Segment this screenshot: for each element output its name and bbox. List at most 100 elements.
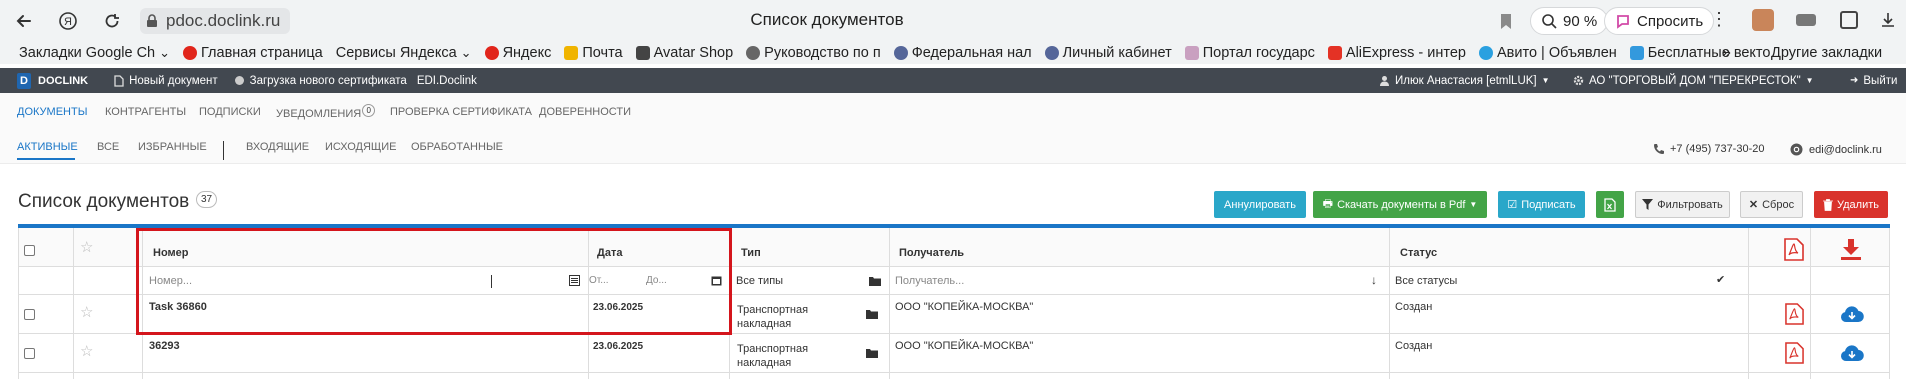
- certificate-icon: [234, 76, 244, 85]
- annul-label: Аннулировать: [1224, 198, 1296, 211]
- cloud-download-icon[interactable]: [1840, 305, 1864, 323]
- cell-date: 23.06.2025: [593, 341, 644, 352]
- download-pdf-button[interactable]: 🖶 Скачать документы в Pdf ▼: [1313, 191, 1487, 218]
- column-header-number[interactable]: Номер: [153, 247, 189, 259]
- cell-number[interactable]: 36293: [149, 340, 180, 352]
- support-email[interactable]: edi@doclink.ru: [1790, 143, 1882, 156]
- bookmark-item[interactable]: Личный кабинет: [1044, 45, 1172, 61]
- tab-counterparties[interactable]: КОНТРАГЕНТЫ: [105, 106, 186, 118]
- bookmarks-more-icon[interactable]: »: [1722, 44, 1731, 62]
- new-document-link[interactable]: Новый документ: [114, 75, 218, 87]
- bookmark-item[interactable]: Бесплатные векто: [1629, 45, 1771, 61]
- tabs-icon[interactable]: [1796, 14, 1816, 26]
- bookmark-item[interactable]: Почта: [564, 45, 623, 61]
- gos-icon: [1184, 46, 1199, 60]
- status-filter-select[interactable]: Все статусы: [1395, 275, 1457, 287]
- type-filter-select[interactable]: Все типы: [736, 275, 783, 287]
- gear-icon: [746, 46, 761, 60]
- column-header-status[interactable]: Статус: [1400, 247, 1437, 259]
- extension-icon[interactable]: [1752, 9, 1774, 31]
- bookmark-item[interactable]: AliExpress - интер: [1327, 45, 1466, 61]
- download-all-icon[interactable]: [1840, 238, 1862, 260]
- company-name: АО "ТОРГОВЫЙ ДОМ "ПЕРЕКРЕСТОК": [1589, 74, 1801, 87]
- favorite-star-icon[interactable]: ☆: [80, 240, 93, 255]
- delete-button[interactable]: Удалить: [1814, 191, 1888, 218]
- upload-certificate-link[interactable]: Загрузка нового сертификата: [234, 75, 407, 87]
- emblem-icon: [1044, 46, 1059, 60]
- tab-powers-of-attorney[interactable]: ДОВЕРЕННОСТИ: [539, 106, 631, 118]
- tab-subscriptions[interactable]: ПОДПИСКИ: [199, 106, 261, 118]
- pdf-file-icon[interactable]: [1785, 342, 1804, 364]
- emblem-icon: [893, 46, 908, 60]
- table-row[interactable]: ☆ 36293 23.06.2025 Транспортная накладная ООО…: [18, 334, 1890, 373]
- row-checkbox[interactable]: [24, 309, 35, 320]
- reset-button[interactable]: ✕ Сброс: [1740, 191, 1803, 218]
- tab-documents[interactable]: ДОКУМЕНТЫ: [17, 106, 87, 118]
- collections-icon[interactable]: [1840, 11, 1858, 29]
- bookmark-item[interactable]: Avatar Shop: [635, 45, 733, 61]
- tab-notifications[interactable]: УВЕДОМЛЕНИЯ 0: [276, 104, 376, 120]
- sign-button[interactable]: ☑ Подписать: [1498, 191, 1585, 218]
- ask-button[interactable]: Спросить: [1604, 7, 1715, 35]
- bookmark-item[interactable]: Портал государс: [1184, 45, 1315, 61]
- bookmark-item[interactable]: Сервисы Яндекса ⌄: [336, 45, 472, 61]
- avito-icon: [1479, 46, 1493, 60]
- filter-button[interactable]: Фильтровать: [1635, 191, 1730, 218]
- subtab-all[interactable]: ВСЕ: [97, 141, 119, 153]
- pdf-file-icon[interactable]: [1785, 303, 1804, 325]
- folder-icon[interactable]: [866, 309, 878, 319]
- pdf-file-icon[interactable]: [1784, 238, 1804, 261]
- calendar-icon[interactable]: [711, 275, 722, 286]
- date-to-input[interactable]: До...: [646, 275, 667, 286]
- number-filter-input[interactable]: Номер...: [149, 275, 192, 287]
- other-bookmarks[interactable]: Другие закладки: [1771, 45, 1882, 61]
- subtab-active[interactable]: АКТИВНЫЕ: [17, 141, 78, 153]
- folder-icon[interactable]: [869, 276, 881, 286]
- select-all-checkbox[interactable]: [24, 245, 35, 256]
- subtab-processed[interactable]: ОБРАБОТАННЫЕ: [411, 141, 503, 153]
- tab-certificate-check[interactable]: ПРОВЕРКА СЕРТИФИКАТА: [390, 106, 532, 118]
- menu-dots-icon[interactable]: ⋮: [1710, 10, 1728, 28]
- alice-icon: [1617, 15, 1629, 29]
- logout-link[interactable]: ➜ Выйти: [1850, 68, 1897, 93]
- favorite-star-icon[interactable]: ☆: [80, 305, 93, 320]
- bookmark-item[interactable]: Авито | Объявлен: [1479, 45, 1617, 61]
- reset-label: Сброс: [1762, 198, 1795, 211]
- bookmarks-bar: Закладки Google Ch ⌄ Главная страница Серви…: [0, 42, 1906, 64]
- checkmark-icon[interactable]: ✔: [1716, 273, 1725, 286]
- folder-icon[interactable]: [866, 348, 878, 358]
- bookmark-label: Бесплатные векто: [1647, 45, 1771, 61]
- bookmark-item[interactable]: Федеральная нал: [893, 45, 1032, 61]
- bookmark-item[interactable]: Главная страница: [183, 45, 323, 61]
- column-header-recipient[interactable]: Получатель: [899, 247, 964, 259]
- zoom-pill[interactable]: 90 %: [1530, 7, 1609, 35]
- sort-arrow-down-icon[interactable]: ↓: [1371, 273, 1377, 287]
- cell-number[interactable]: Task 36860: [149, 301, 207, 313]
- cloud-download-icon[interactable]: [1840, 344, 1864, 362]
- zoom-level: 90 %: [1563, 12, 1598, 30]
- annul-button[interactable]: Аннулировать: [1214, 191, 1306, 218]
- row-checkbox[interactable]: [24, 348, 35, 359]
- company-menu[interactable]: АО "ТОРГОВЫЙ ДОМ "ПЕРЕКРЕСТОК" ▼: [1573, 68, 1814, 93]
- subtab-favorites[interactable]: ИЗБРАННЫЕ: [138, 141, 207, 153]
- recipient-filter-input[interactable]: Получатель...: [895, 275, 964, 287]
- mail-icon: [564, 46, 579, 60]
- subtab-incoming[interactable]: ВХОДЯЩИЕ: [246, 141, 309, 153]
- date-from-input[interactable]: От...: [589, 275, 609, 286]
- bookmark-label: Авито | Объявлен: [1497, 45, 1617, 61]
- favorite-star-icon[interactable]: ☆: [80, 344, 93, 359]
- edi-link[interactable]: EDI.Doclink: [417, 75, 477, 87]
- column-header-type[interactable]: Тип: [741, 247, 761, 259]
- export-excel-button[interactable]: [1596, 191, 1624, 218]
- bookmark-item[interactable]: Яндекс: [484, 45, 551, 61]
- bookmark-icon[interactable]: [1488, 3, 1524, 39]
- subtab-outgoing[interactable]: ИСХОДЯЩИЕ: [325, 141, 396, 153]
- bookmark-item[interactable]: Закладки Google Ch ⌄: [19, 45, 170, 61]
- table-row[interactable]: ☆ Task 36860 23.06.2025 Транспортная накладн…: [18, 295, 1890, 334]
- download-icon[interactable]: [1880, 12, 1896, 28]
- user-menu[interactable]: Илюк Анастасия [etmlLUK] ▼: [1379, 68, 1550, 93]
- column-header-date[interactable]: Дата: [597, 247, 622, 259]
- bookmark-item[interactable]: Руководство по п: [746, 45, 881, 61]
- list-icon[interactable]: [569, 275, 580, 286]
- doclink-logo: D: [17, 72, 31, 89]
